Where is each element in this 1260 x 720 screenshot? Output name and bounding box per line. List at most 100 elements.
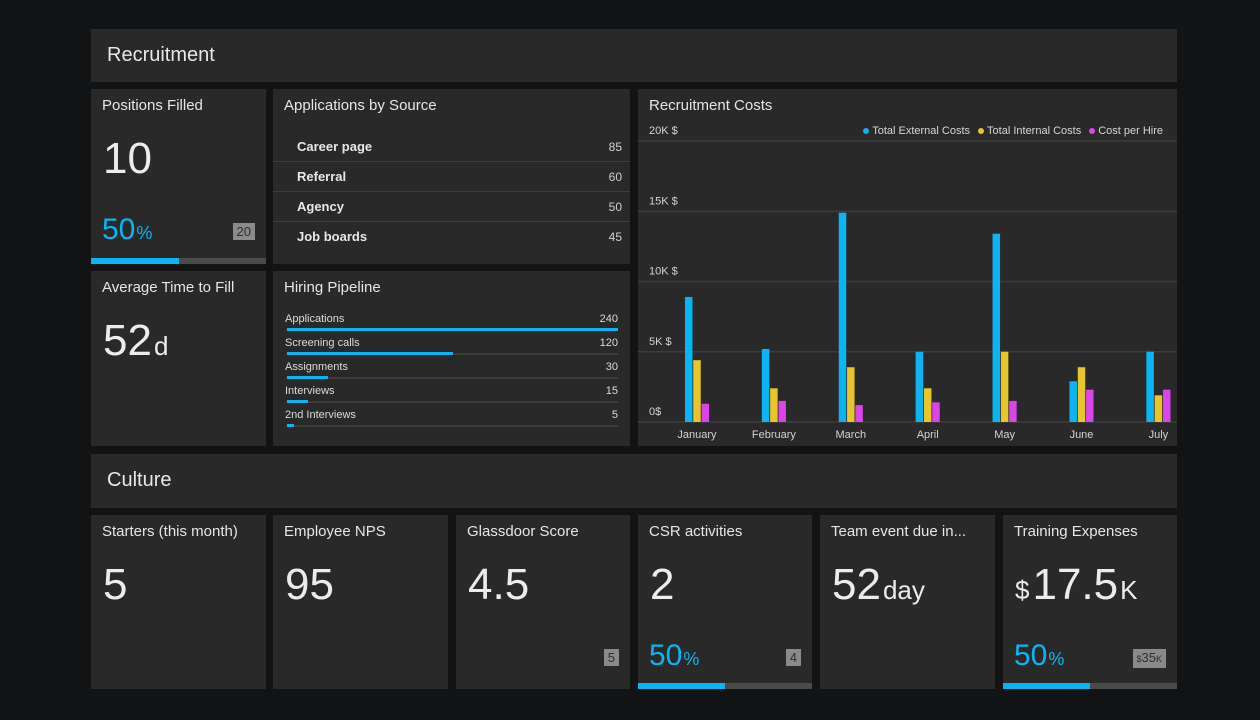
pipeline-fill bbox=[287, 376, 329, 379]
recruitment-costs-chart-tile[interactable]: Recruitment Costs Total External Costs To… bbox=[638, 89, 1177, 446]
positions-filled-percent: 50% bbox=[102, 215, 152, 245]
percent-number: 50 bbox=[102, 213, 136, 246]
source-value: 45 bbox=[608, 230, 622, 244]
team-event-title: Team event due in... bbox=[831, 523, 967, 540]
bar-cost-per-hire[interactable] bbox=[932, 402, 940, 422]
progress-fill bbox=[1003, 683, 1090, 689]
bar-total-external-costs[interactable] bbox=[684, 296, 693, 422]
source-row[interactable]: Referral 60 bbox=[273, 162, 630, 192]
source-row[interactable]: Job boards 45 bbox=[273, 222, 630, 252]
pipeline-fill bbox=[287, 352, 453, 355]
value-number: 52 bbox=[832, 560, 881, 609]
avg-time-to-fill-tile[interactable]: Average Time to Fill 52d bbox=[91, 271, 266, 446]
pipeline-row[interactable]: 2nd Interviews 5 bbox=[285, 409, 618, 433]
pipeline-label: 2nd Interviews bbox=[285, 409, 356, 421]
team-event-tile[interactable]: Team event due in... 52day bbox=[820, 515, 995, 689]
bar-total-internal-costs[interactable] bbox=[1000, 351, 1009, 422]
bar-cost-per-hire[interactable] bbox=[1009, 400, 1017, 422]
culture-title: Culture bbox=[107, 469, 172, 491]
culture-section-header: Culture bbox=[91, 454, 1177, 508]
employee-nps-title: Employee NPS bbox=[284, 523, 386, 540]
percent-number: 50 bbox=[649, 639, 683, 672]
positions-filled-tile[interactable]: Positions Filled 10 50% 20 bbox=[91, 89, 266, 264]
badge-value: 35 bbox=[1141, 650, 1156, 665]
bar-cost-per-hire[interactable] bbox=[701, 403, 710, 422]
percent-unit: % bbox=[1048, 649, 1065, 669]
bar-total-external-costs[interactable] bbox=[1146, 351, 1154, 422]
training-expenses-tile[interactable]: Training Expenses $17.5K 50% $35K bbox=[1003, 515, 1177, 689]
y-tick-label: 15K $ bbox=[649, 195, 678, 207]
starters-value: 5 bbox=[103, 560, 128, 609]
positions-filled-title: Positions Filled bbox=[102, 97, 203, 114]
positions-filled-progress-bar bbox=[91, 258, 266, 264]
training-progress-bar bbox=[1003, 683, 1177, 689]
bar-total-external-costs[interactable] bbox=[838, 212, 847, 422]
pipeline-track bbox=[287, 376, 618, 379]
pipeline-row[interactable]: Applications 240 bbox=[285, 313, 618, 337]
bar-cost-per-hire[interactable] bbox=[778, 400, 786, 422]
source-row[interactable]: Career page 85 bbox=[273, 132, 630, 162]
avg-time-to-fill-value: 52d bbox=[103, 319, 168, 363]
x-tick-label: March bbox=[836, 429, 867, 441]
training-target-badge: $35K bbox=[1132, 649, 1166, 668]
x-tick-label: July bbox=[1149, 429, 1169, 441]
value-number: 17.5 bbox=[1032, 560, 1119, 609]
bar-total-external-costs[interactable] bbox=[761, 348, 770, 422]
bar-total-internal-costs[interactable] bbox=[1077, 367, 1086, 422]
csr-activities-tile[interactable]: CSR activities 2 50% 4 bbox=[638, 515, 812, 689]
employee-nps-tile[interactable]: Employee NPS 95 bbox=[273, 515, 448, 689]
source-value: 50 bbox=[608, 200, 622, 214]
recruitment-title: Recruitment bbox=[107, 44, 215, 66]
pipeline-label: Interviews bbox=[285, 385, 335, 397]
pipeline-value: 240 bbox=[599, 313, 618, 325]
currency-prefix: $ bbox=[1015, 575, 1030, 605]
bar-total-external-costs[interactable] bbox=[992, 233, 1001, 422]
bar-cost-per-hire[interactable] bbox=[1162, 389, 1171, 422]
glassdoor-score-tile[interactable]: Glassdoor Score 4.5 5 bbox=[456, 515, 630, 689]
starters-title: Starters (this month) bbox=[102, 523, 238, 540]
recruitment-costs-chart: 0$ 5K $ 10K $ 15K $ 20K $ January February Marc… bbox=[638, 125, 1177, 441]
pipeline-value: 15 bbox=[605, 385, 618, 397]
y-tick-label: 20K $ bbox=[649, 125, 678, 137]
csr-target-badge: 4 bbox=[785, 649, 801, 666]
pipeline-fill bbox=[287, 328, 618, 331]
applications-by-source-title: Applications by Source bbox=[284, 97, 437, 114]
badge-unit: K bbox=[1155, 654, 1162, 664]
hiring-pipeline-tile[interactable]: Hiring Pipeline Applications 240 Screening… bbox=[273, 271, 630, 446]
pipeline-label: Screening calls bbox=[285, 337, 360, 349]
percent-unit: % bbox=[136, 223, 153, 243]
bar-total-internal-costs[interactable] bbox=[923, 388, 932, 422]
pipeline-row[interactable]: Assignments 30 bbox=[285, 361, 618, 385]
progress-fill bbox=[638, 683, 725, 689]
starters-tile[interactable]: Starters (this month) 5 bbox=[91, 515, 266, 689]
applications-by-source-tile[interactable]: Applications by Source Career page 85 Ref… bbox=[273, 89, 630, 264]
bar-cost-per-hire[interactable] bbox=[855, 405, 863, 422]
bar-total-external-costs[interactable] bbox=[915, 351, 924, 422]
x-tick-label: January bbox=[677, 429, 717, 441]
employee-nps-value: 95 bbox=[285, 560, 334, 609]
csr-activities-title: CSR activities bbox=[649, 523, 743, 540]
bar-total-internal-costs[interactable] bbox=[1154, 395, 1163, 422]
bar-total-internal-costs[interactable] bbox=[770, 388, 778, 422]
hiring-pipeline-title: Hiring Pipeline bbox=[284, 279, 381, 296]
pipeline-row[interactable]: Interviews 15 bbox=[285, 385, 618, 409]
bar-total-internal-costs[interactable] bbox=[847, 367, 855, 422]
csr-progress-bar bbox=[638, 683, 812, 689]
pipeline-row[interactable]: Screening calls 120 bbox=[285, 337, 618, 361]
recruitment-section-header: Recruitment bbox=[91, 29, 1177, 82]
pipeline-track bbox=[287, 424, 618, 427]
positions-filled-target-badge: 20 bbox=[232, 223, 255, 240]
bar-total-external-costs[interactable] bbox=[1069, 381, 1077, 422]
x-tick-label: May bbox=[994, 429, 1015, 441]
bar-cost-per-hire[interactable] bbox=[1086, 389, 1094, 422]
training-expenses-value: $17.5K bbox=[1015, 563, 1137, 607]
csr-percent: 50% bbox=[649, 641, 699, 671]
pipeline-fill bbox=[287, 424, 294, 427]
pipeline-fill bbox=[287, 400, 308, 403]
bar-total-internal-costs[interactable] bbox=[693, 360, 701, 422]
source-row[interactable]: Agency 50 bbox=[273, 192, 630, 222]
team-event-value: 52day bbox=[832, 563, 925, 607]
pipeline-track bbox=[287, 352, 618, 355]
source-label: Referral bbox=[297, 169, 347, 184]
x-tick-label: April bbox=[917, 429, 939, 441]
